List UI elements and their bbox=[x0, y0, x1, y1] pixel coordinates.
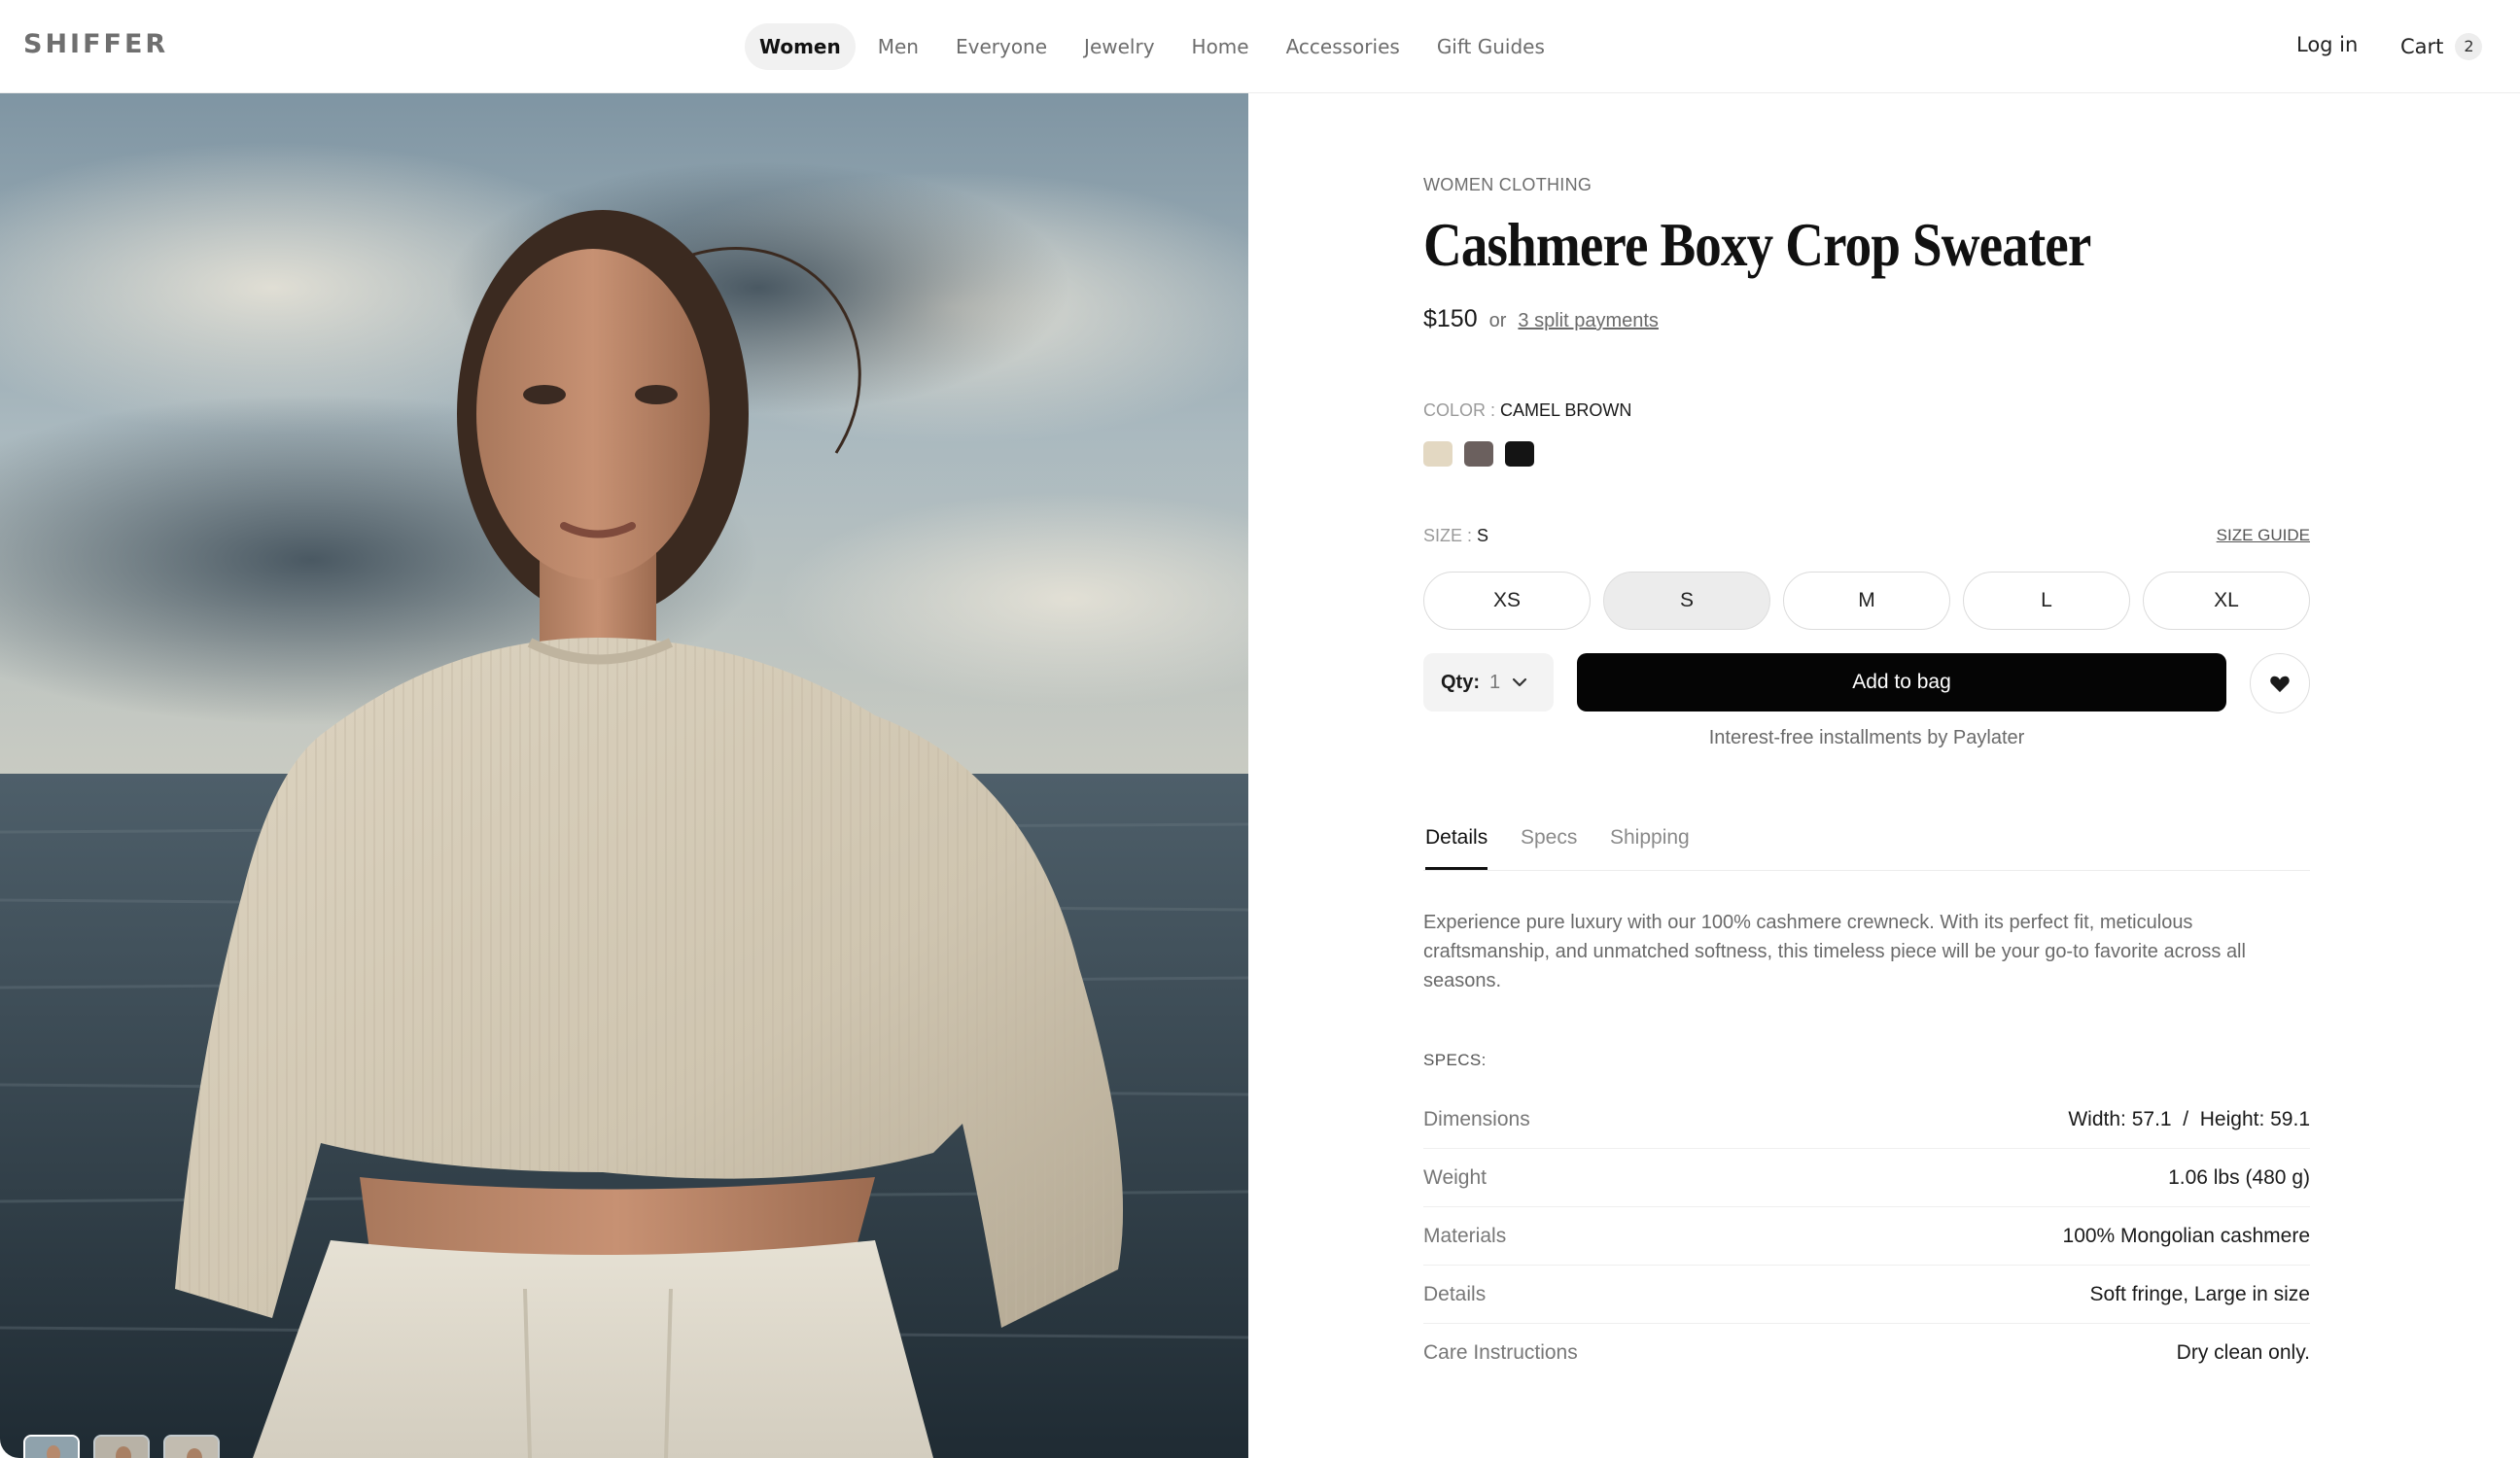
product-hero-image bbox=[0, 93, 1248, 1458]
product-price: $150 bbox=[1423, 305, 1478, 332]
spec-key: Care Instructions bbox=[1423, 1341, 1578, 1364]
size-selector: XS S M L XL bbox=[1423, 572, 2310, 630]
spec-key: Details bbox=[1423, 1282, 1487, 1305]
color-value: CAMEL BROWN bbox=[1500, 400, 1632, 420]
chevron-down-icon bbox=[1513, 677, 1527, 687]
add-to-bag-button[interactable]: Add to bag bbox=[1577, 653, 2226, 712]
quantity-value: 1 bbox=[1489, 671, 1501, 693]
site-header: SHIFFER Women Men Everyone Jewelry Home … bbox=[0, 0, 2520, 93]
size-guide-link[interactable]: SIZE GUIDE bbox=[2217, 526, 2310, 545]
spec-value: Dry clean only. bbox=[2176, 1341, 2310, 1364]
swatch-cream[interactable] bbox=[1423, 441, 1452, 467]
gallery-thumbnail-2[interactable] bbox=[93, 1435, 150, 1458]
tab-details[interactable]: Details bbox=[1425, 826, 1488, 870]
size-option-l[interactable]: L bbox=[1963, 572, 2130, 630]
size-label-row: SIZE : S bbox=[1423, 526, 1488, 546]
tab-specs[interactable]: Specs bbox=[1521, 826, 1577, 867]
specs-heading: SPECS: bbox=[1423, 1051, 1487, 1069]
wishlist-button[interactable] bbox=[2250, 653, 2310, 713]
spec-row-weight: Weight 1.06 lbs (480 g) bbox=[1423, 1149, 2310, 1207]
quantity-select[interactable]: Qty: 1 bbox=[1423, 653, 1554, 712]
login-link[interactable]: Log in bbox=[2296, 33, 2358, 56]
swatch-black[interactable] bbox=[1505, 441, 1534, 467]
nav-item-men[interactable]: Men bbox=[863, 23, 933, 70]
spec-value: 100% Mongolian cashmere bbox=[2062, 1224, 2310, 1247]
specs-table: Dimensions Width: 57.1 / Height: 59.1 We… bbox=[1423, 1091, 2310, 1382]
thumbnail-image bbox=[95, 1437, 148, 1458]
spec-row-materials: Materials 100% Mongolian cashmere bbox=[1423, 1207, 2310, 1266]
size-option-xs[interactable]: XS bbox=[1423, 572, 1591, 630]
heart-icon bbox=[2270, 676, 2290, 693]
nav-item-accessories[interactable]: Accessories bbox=[1272, 23, 1415, 70]
size-label: SIZE : bbox=[1423, 526, 1473, 545]
nav-item-home[interactable]: Home bbox=[1177, 23, 1264, 70]
thumbnail-image bbox=[25, 1437, 78, 1458]
cart-label: Cart bbox=[2400, 35, 2444, 58]
color-swatches bbox=[1423, 441, 1534, 467]
gallery-thumbnail-3[interactable] bbox=[163, 1435, 220, 1458]
swatch-taupe[interactable] bbox=[1464, 441, 1493, 467]
gallery-thumbnail-1[interactable] bbox=[23, 1435, 80, 1458]
split-payments-link[interactable]: 3 split payments bbox=[1518, 310, 1659, 332]
nav-item-women[interactable]: Women bbox=[745, 23, 856, 70]
spec-row-care: Care Instructions Dry clean only. bbox=[1423, 1324, 2310, 1382]
buy-row: Qty: 1 Add to bag bbox=[1423, 653, 2310, 713]
spec-key: Materials bbox=[1423, 1224, 1507, 1247]
spec-key: Dimensions bbox=[1423, 1107, 1530, 1130]
spec-value: 1.06 lbs (480 g) bbox=[2168, 1165, 2310, 1189]
cart-button[interactable]: Cart 2 bbox=[2400, 33, 2483, 60]
color-label-row: COLOR : CAMEL BROWN bbox=[1423, 400, 1631, 421]
spec-key: Weight bbox=[1423, 1165, 1487, 1189]
cart-count-badge: 2 bbox=[2455, 33, 2483, 60]
spec-row-details: Details Soft fringe, Large in size bbox=[1423, 1266, 2310, 1324]
spec-row-dimensions: Dimensions Width: 57.1 / Height: 59.1 bbox=[1423, 1091, 2310, 1149]
product-description: Experience pure luxury with our 100% cas… bbox=[1423, 912, 2246, 991]
color-label: COLOR : bbox=[1423, 400, 1496, 420]
nav-item-everyone[interactable]: Everyone bbox=[941, 23, 1062, 70]
size-value: S bbox=[1477, 526, 1489, 545]
size-option-xl[interactable]: XL bbox=[2143, 572, 2310, 630]
spec-value: Soft fringe, Large in size bbox=[2089, 1282, 2310, 1305]
price-or-text: or bbox=[1488, 310, 1507, 331]
gallery-thumbnails bbox=[23, 1435, 220, 1458]
size-option-m[interactable]: M bbox=[1783, 572, 1950, 630]
installments-note: Interest-free installments by Paylater bbox=[1708, 727, 2025, 748]
product-category[interactable]: WOMEN CLOTHING bbox=[1423, 175, 1592, 195]
product-info-tabs: Details Specs Shipping bbox=[1423, 813, 2310, 871]
product-photo bbox=[0, 93, 1248, 1458]
thumbnail-image bbox=[165, 1437, 218, 1458]
price-row: $150 or 3 split payments bbox=[1423, 305, 1659, 333]
spec-value: Width: 57.1 / Height: 59.1 bbox=[2068, 1107, 2310, 1130]
main-nav: Women Men Everyone Jewelry Home Accessor… bbox=[745, 23, 1559, 70]
brand-logo[interactable]: SHIFFER bbox=[23, 29, 168, 59]
product-title: Cashmere Boxy Crop Sweater bbox=[1423, 210, 2091, 279]
size-option-s[interactable]: S bbox=[1603, 572, 1770, 630]
nav-item-jewelry[interactable]: Jewelry bbox=[1069, 23, 1169, 70]
nav-item-gift-guides[interactable]: Gift Guides bbox=[1422, 23, 1559, 70]
quantity-label: Qty: bbox=[1441, 671, 1480, 693]
tab-shipping[interactable]: Shipping bbox=[1610, 826, 1690, 867]
